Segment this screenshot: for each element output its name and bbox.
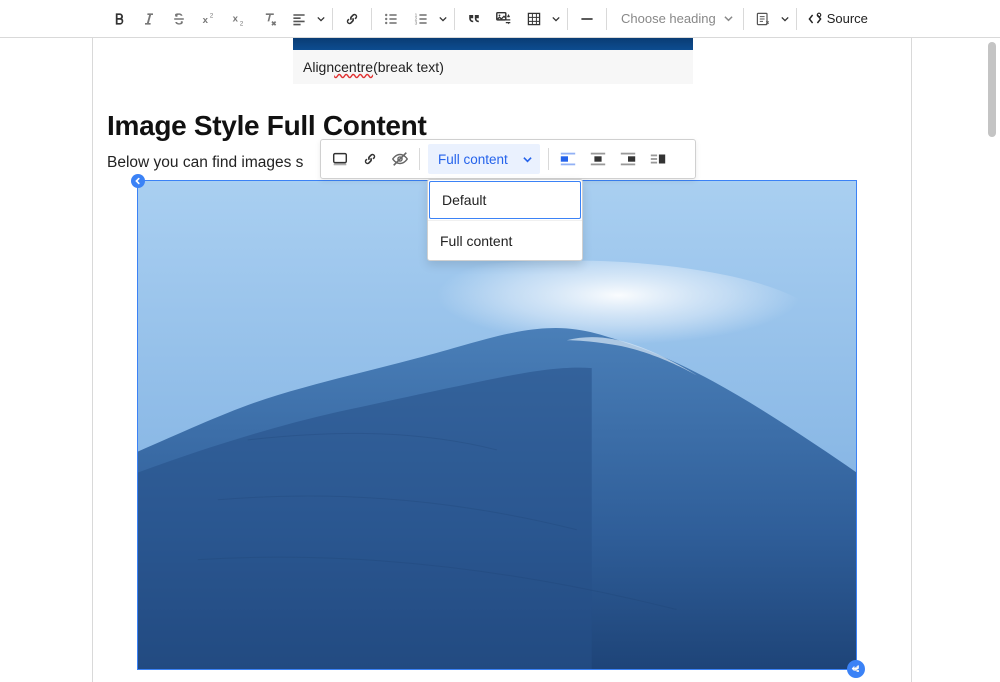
separator [371,8,372,30]
toggle-visibility-button[interactable] [385,144,415,174]
selection-handle-end[interactable]: ↵ [847,660,865,678]
caption-text-suffix: (break text) [373,59,444,75]
separator [454,8,455,30]
list-chevron[interactable] [436,15,450,23]
svg-text:x: x [233,13,239,24]
svg-text:3: 3 [415,20,418,26]
separator [567,8,568,30]
media-button[interactable] [489,4,519,34]
caption-text-prefix: Align [303,59,334,75]
text-align-chevron[interactable] [314,15,328,23]
insert-template-button[interactable] [748,4,778,34]
image-style-dropdown[interactable]: Full content [428,144,540,174]
editor-viewport: Align centre (break text) Image Style Fu… [0,38,1000,682]
chevron-down-icon [724,11,733,26]
separator [419,148,420,170]
image-context-toolbar: Full content [320,139,696,179]
image-style-dropdown-panel: Default Full content [427,179,583,261]
chevron-down-icon [523,152,532,167]
bulleted-list-button[interactable] [376,4,406,34]
image-style-option-full-content[interactable]: Full content [428,220,582,260]
table-button[interactable] [519,4,549,34]
option-label: Default [442,192,486,208]
bold-button[interactable] [104,4,134,34]
separator [548,148,549,170]
align-break-center-button[interactable] [583,144,613,174]
svg-text:2: 2 [210,12,214,19]
separator [332,8,333,30]
option-label: Full content [440,233,512,249]
strikethrough-button[interactable] [164,4,194,34]
separator [606,8,607,30]
italic-button[interactable] [134,4,164,34]
horizontal-line-button[interactable] [572,4,602,34]
align-break-left-button[interactable] [553,144,583,174]
link-button[interactable] [337,4,367,34]
svg-text:x: x [203,15,209,26]
caption-spellcheck-word: centre [334,59,373,75]
numbered-list-button[interactable]: 123 [406,4,436,34]
subscript-button[interactable]: x2 [224,4,254,34]
toggle-caption-button[interactable] [325,144,355,174]
section-paragraph[interactable]: Below you can find images s [107,154,303,172]
previous-image-caption[interactable]: Align centre (break text) [293,50,693,84]
align-wrap-button[interactable] [643,144,673,174]
source-button[interactable]: Source [801,4,874,34]
text-align-button[interactable] [284,4,314,34]
heading-dropdown[interactable]: Choose heading [611,4,739,34]
separator [743,8,744,30]
svg-text:2: 2 [240,20,244,27]
align-break-right-button[interactable] [613,144,643,174]
insert-template-chevron[interactable] [778,15,792,23]
blockquote-button[interactable] [459,4,489,34]
editor-page[interactable]: Align centre (break text) Image Style Fu… [92,38,912,682]
scrollbar-thumb[interactable] [988,42,996,137]
image-style-selected-label: Full content [438,152,508,167]
section-heading[interactable]: Image Style Full Content [107,110,427,142]
heading-dropdown-label: Choose heading [621,11,716,26]
separator [796,8,797,30]
source-button-label: Source [827,11,868,26]
editor-toolbar: x2 x2 123 Choose heading [0,0,1000,38]
previous-image-tail [293,38,693,50]
selection-handle-start[interactable] [131,174,145,188]
image-style-option-default[interactable]: Default [429,181,581,219]
superscript-button[interactable]: x2 [194,4,224,34]
table-chevron[interactable] [549,15,563,23]
scrollbar-track[interactable] [988,42,996,682]
image-link-button[interactable] [355,144,385,174]
remove-format-button[interactable] [254,4,284,34]
